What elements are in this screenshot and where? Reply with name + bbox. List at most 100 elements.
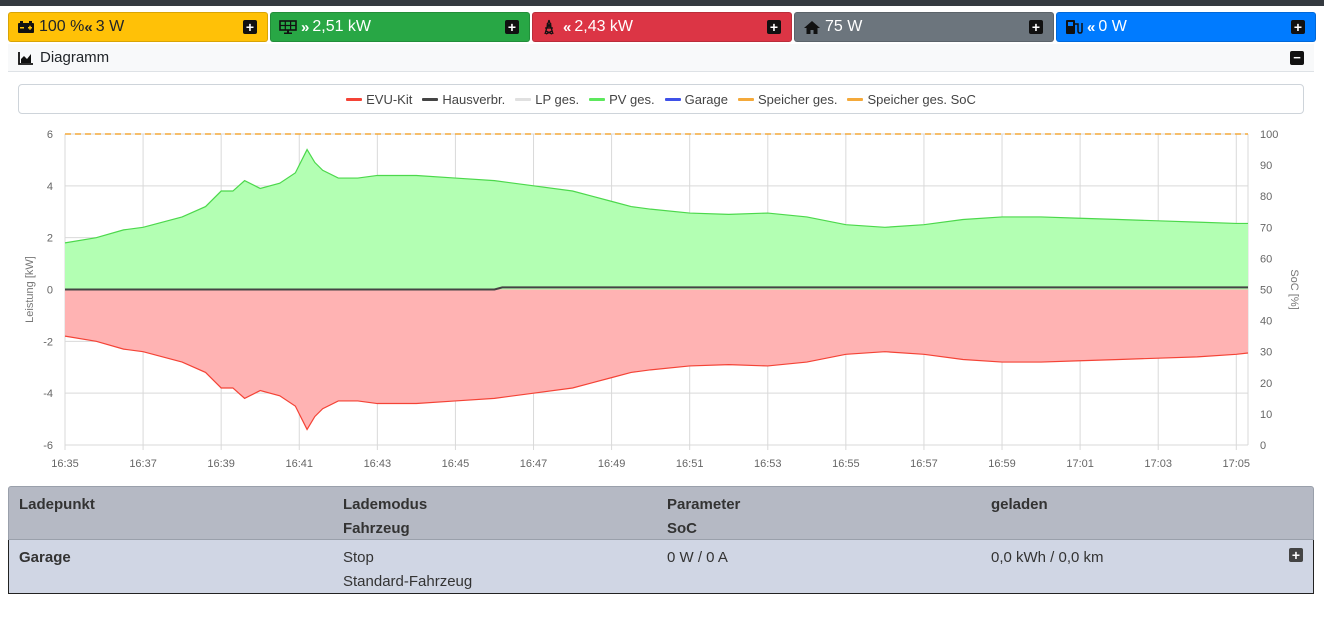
legend-swatch xyxy=(346,97,363,101)
legend-label: LP ges. xyxy=(535,91,580,107)
y-tick-label: -2 xyxy=(43,336,53,348)
y-tick-label: 2 xyxy=(47,233,53,245)
legend-swatch xyxy=(737,97,754,101)
x-tick-label: 16:45 xyxy=(442,458,470,470)
x-tick-label: 16:37 xyxy=(129,458,157,470)
y-axis-label: Leistung [kW] xyxy=(24,256,36,323)
battery-soc: 100 % xyxy=(39,18,85,35)
pv-power: 2,51 kW xyxy=(312,18,372,35)
y-tick-label: -4 xyxy=(43,388,53,400)
legend-item[interactable]: Speicher ges. xyxy=(737,92,837,107)
row-expand-button[interactable]: + xyxy=(1289,548,1303,562)
legend-swatch xyxy=(847,97,864,101)
legend-item[interactable]: Speicher ges. SoC xyxy=(847,92,976,107)
y-tick-label: -6 xyxy=(43,440,53,452)
pv-tile[interactable]: » 2,51 kW + xyxy=(270,12,530,42)
legend-item[interactable]: Hausverbr. xyxy=(422,92,505,107)
x-tick-label: 16:47 xyxy=(520,458,548,470)
x-tick-label: 17:03 xyxy=(1144,458,1172,470)
battery-power: 3 W xyxy=(95,18,125,35)
x-tick-label: 16:53 xyxy=(754,458,782,470)
y2-tick-label: 70 xyxy=(1260,222,1272,234)
grid-tile[interactable]: « 2,43 kW + xyxy=(532,12,792,42)
y2-axis-label: SoC [%] xyxy=(1288,269,1300,309)
grid-expand-button[interactable]: + xyxy=(767,20,781,34)
table-header: Ladepunkt Lademodus Fahrzeug Parameter S… xyxy=(8,486,1314,540)
diagram-title: Diagramm xyxy=(40,49,110,66)
pv-area xyxy=(65,149,1248,290)
diagram-header[interactable]: Diagramm − xyxy=(8,44,1314,72)
x-tick-label: 17:05 xyxy=(1223,458,1251,470)
legend-label: Garage xyxy=(684,91,728,107)
area-chart-icon xyxy=(18,51,34,65)
house-expand-button[interactable]: + xyxy=(1029,20,1043,34)
diagram-collapse-button[interactable]: − xyxy=(1290,51,1304,65)
battery-expand-button[interactable]: + xyxy=(243,20,257,34)
row-mode-cell: Stop Standard-Fahrzeug xyxy=(333,540,657,593)
row-name: Garage xyxy=(19,549,71,566)
table-row[interactable]: Garage Stop Standard-Fahrzeug 0 W / 0 A … xyxy=(8,540,1314,594)
legend-item[interactable]: LP ges. xyxy=(515,92,579,107)
y-tick-label: 0 xyxy=(47,285,53,297)
legend-swatch xyxy=(664,97,681,101)
legend-item[interactable]: PV ges. xyxy=(589,92,655,107)
legend-swatch xyxy=(589,97,606,101)
y2-tick-label: 100 xyxy=(1260,129,1278,141)
y2-tick-label: 20 xyxy=(1260,378,1272,390)
row-params: 0 W / 0 A xyxy=(667,549,728,566)
x-tick-label: 16:35 xyxy=(51,458,79,470)
header-geladen: geladen xyxy=(991,496,1048,513)
y-tick-label: 4 xyxy=(47,181,53,193)
solar-panel-icon xyxy=(279,19,297,35)
x-tick-label: 16:49 xyxy=(598,458,626,470)
house-tile[interactable]: 75 W + xyxy=(794,12,1054,42)
y2-tick-label: 30 xyxy=(1260,347,1272,359)
charge-point-table: Ladepunkt Lademodus Fahrzeug Parameter S… xyxy=(8,486,1314,594)
house-icon xyxy=(803,19,821,35)
evu-area xyxy=(65,289,1248,430)
legend-item[interactable]: Garage xyxy=(664,91,728,107)
battery-tile[interactable]: 100 % « 3 W + xyxy=(8,12,268,42)
power-tower-icon xyxy=(541,19,559,35)
x-tick-label: 16:39 xyxy=(207,458,235,470)
power-chart: 6420-2-4-616:35 16:37 16:39 16:41 16:43 16:45… xyxy=(24,129,1300,470)
legend-label: PV ges. xyxy=(609,91,655,107)
y2-tick-label: 80 xyxy=(1260,191,1272,203)
grid-direction: « xyxy=(563,18,571,36)
y2-tick-label: 60 xyxy=(1260,253,1272,265)
pv-expand-button[interactable]: + xyxy=(505,20,519,34)
header-lademodus: Lademodus Fahrzeug xyxy=(343,496,428,537)
x-tick-label: 16:51 xyxy=(676,458,704,470)
legend-swatch xyxy=(515,97,532,101)
x-tick-label: 17:01 xyxy=(1066,458,1094,470)
x-tick-label: 16:55 xyxy=(832,458,860,470)
row-charged: 0,0 kWh / 0,0 km xyxy=(991,549,1104,566)
battery-icon xyxy=(17,19,35,35)
y2-tick-label: 10 xyxy=(1260,409,1272,421)
charging-power: 0 W xyxy=(1098,18,1127,35)
x-tick-label: 16:59 xyxy=(988,458,1016,470)
grid-power: 2,43 kW xyxy=(574,18,634,35)
pv-direction: » xyxy=(301,18,309,36)
x-tick-label: 16:57 xyxy=(910,458,938,470)
charging-direction: « xyxy=(1087,18,1095,36)
legend-label: EVU-Kit xyxy=(366,91,413,107)
y2-tick-label: 50 xyxy=(1260,285,1272,297)
legend-item[interactable]: EVU-Kit xyxy=(346,92,412,107)
house-power: 75 W xyxy=(825,18,863,35)
y2-tick-label: 40 xyxy=(1260,316,1272,328)
legend-swatch xyxy=(422,97,439,101)
charging-station-icon xyxy=(1065,19,1083,35)
header-parameter: Parameter SoC xyxy=(667,496,741,537)
charging-tile[interactable]: « 0 W + xyxy=(1056,12,1316,42)
charging-expand-button[interactable]: + xyxy=(1291,20,1305,34)
battery-direction: « xyxy=(84,18,92,36)
header-ladepunkt: Ladepunkt xyxy=(19,496,95,513)
row-vehicle: Standard-Fahrzeug xyxy=(343,573,473,590)
y-tick-label: 6 xyxy=(47,129,53,141)
y2-tick-label: 0 xyxy=(1260,440,1266,452)
row-mode: Stop xyxy=(343,549,374,566)
x-tick-label: 16:43 xyxy=(364,458,392,470)
summary-tiles: 100 % « 3 W + » 2,51 kW + « 2,43 kW + 75… xyxy=(8,12,1316,42)
legend-label: Hausverbr. xyxy=(442,91,506,107)
